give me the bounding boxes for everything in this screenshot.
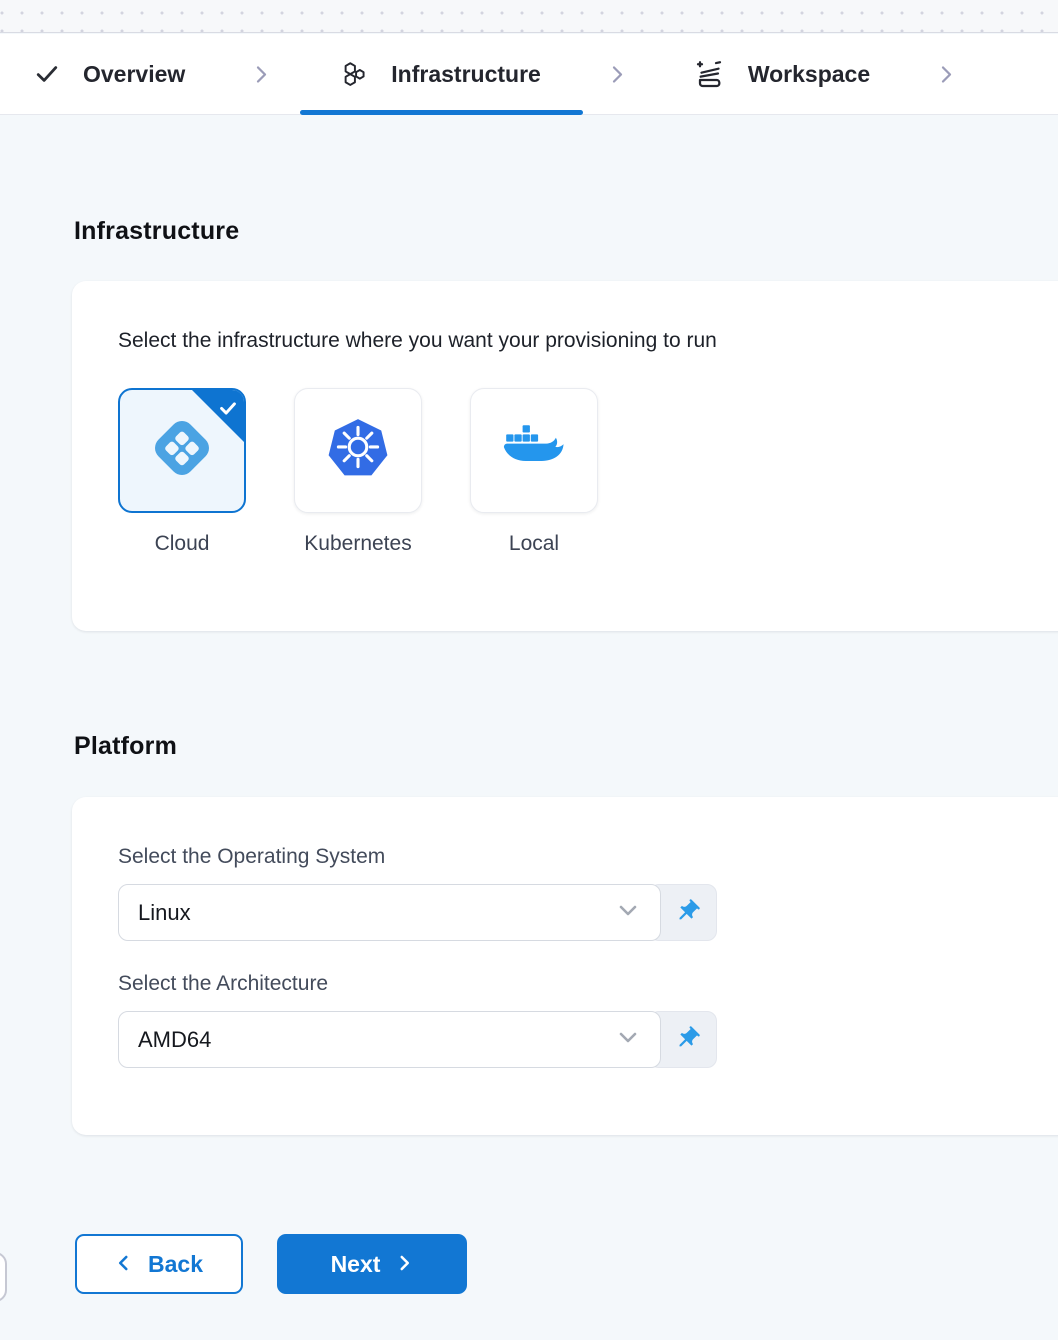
hexagons-icon <box>338 59 369 90</box>
infrastructure-options: Cloud <box>118 388 1042 556</box>
step-infrastructure-label: Infrastructure <box>391 61 541 88</box>
option-cloud-label: Cloud <box>155 532 210 556</box>
chevron-right-icon <box>936 34 957 114</box>
cloud-diamond-icon <box>144 410 220 491</box>
infrastructure-card: Select the infrastructure where you want… <box>72 281 1058 631</box>
infrastructure-prompt: Select the infrastructure where you want… <box>118 329 1042 353</box>
arch-select[interactable]: AMD64 <box>118 1011 661 1068</box>
chevron-right-icon <box>395 1251 413 1278</box>
chevron-down-icon <box>616 898 640 928</box>
chevron-right-icon <box>607 34 628 114</box>
kubernetes-icon <box>325 415 391 486</box>
infrastructure-section-title: Infrastructure <box>74 217 239 246</box>
option-kubernetes[interactable] <box>294 388 422 513</box>
os-field-row: Linux <box>118 884 1042 941</box>
step-overview[interactable]: Overview <box>33 34 185 114</box>
step-infrastructure[interactable]: Infrastructure <box>338 34 541 114</box>
chevron-left-icon <box>115 1251 133 1278</box>
chevron-down-icon <box>616 1025 640 1055</box>
os-select-label: Select the Operating System <box>118 845 1042 869</box>
option-local-label: Local <box>509 532 559 556</box>
back-button-label: Back <box>148 1251 203 1278</box>
arch-select-value: AMD64 <box>138 1027 211 1053</box>
back-button[interactable]: Back <box>75 1234 243 1294</box>
wizard-stepper: Overview Infrastructure Workspace <box>0 34 1058 115</box>
docker-whale-icon <box>503 424 565 477</box>
step-workspace-label: Workspace <box>748 61 870 88</box>
check-icon <box>33 60 61 88</box>
platform-section-title: Platform <box>74 732 177 761</box>
left-edge-cutoff-element <box>0 1252 7 1302</box>
platform-card: Select the Operating System Linux Select… <box>72 797 1058 1135</box>
option-kubernetes-label: Kubernetes <box>304 532 411 556</box>
chevron-right-icon <box>251 34 272 114</box>
pushpin-icon <box>674 898 701 928</box>
stack-icon <box>694 58 726 90</box>
dotted-pattern-strip <box>0 0 1058 33</box>
arch-select-label: Select the Architecture <box>118 972 1042 996</box>
step-overview-label: Overview <box>83 61 185 88</box>
pushpin-icon <box>674 1025 701 1055</box>
next-button[interactable]: Next <box>277 1234 467 1294</box>
arch-field-row: AMD64 <box>118 1011 1042 1068</box>
next-button-label: Next <box>331 1251 381 1278</box>
option-local[interactable] <box>470 388 598 513</box>
option-cloud[interactable] <box>118 388 246 513</box>
step-workspace[interactable]: Workspace <box>694 34 870 114</box>
os-select-value: Linux <box>138 900 191 926</box>
os-select[interactable]: Linux <box>118 884 661 941</box>
